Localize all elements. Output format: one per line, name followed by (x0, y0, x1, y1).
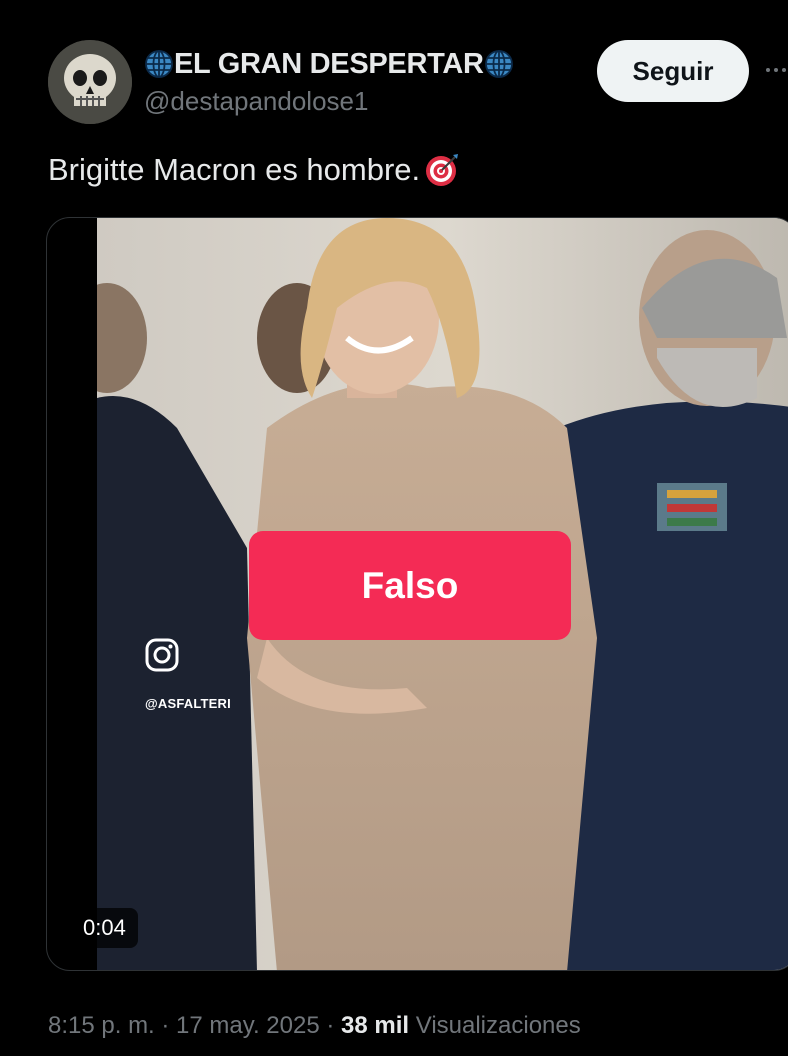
target-emoji-icon (426, 154, 459, 186)
video-player[interactable]: Falso @ASFALTERI 0:04 (46, 217, 788, 971)
author-handle[interactable]: @destapandolose1 (144, 86, 368, 117)
more-icon[interactable] (764, 58, 788, 82)
globe-icon (145, 50, 173, 78)
instagram-icon (145, 638, 179, 672)
tweet-text: Brigitte Macron es hombre. (48, 152, 421, 187)
tweet-meta: 8:15 p. m. · 17 may. 2025 · 38 mil Visua… (48, 1012, 581, 1040)
follow-button[interactable]: Seguir (597, 40, 749, 102)
views-count: 38 mil (341, 1012, 410, 1039)
views-label: Visualizaciones (409, 1012, 581, 1039)
fact-check-falso-badge: Falso (249, 531, 571, 640)
tweet-text-row: Brigitte Macron es hombre. (48, 152, 460, 188)
video-duration: 0:04 (71, 908, 138, 948)
author-name-row[interactable]: EL GRAN DESPERTAR (144, 44, 514, 84)
watermark-handle: @ASFALTERI (145, 696, 231, 711)
tweet-timestamp[interactable]: 8:15 p. m. · 17 may. 2025 · (48, 1012, 341, 1039)
globe-icon (484, 50, 513, 78)
author-display-name: EL GRAN DESPERTAR (174, 47, 484, 80)
tweet: EL GRAN DESPERTAR @destapandolose1 Segui… (0, 0, 788, 1056)
avatar[interactable] (48, 40, 132, 124)
